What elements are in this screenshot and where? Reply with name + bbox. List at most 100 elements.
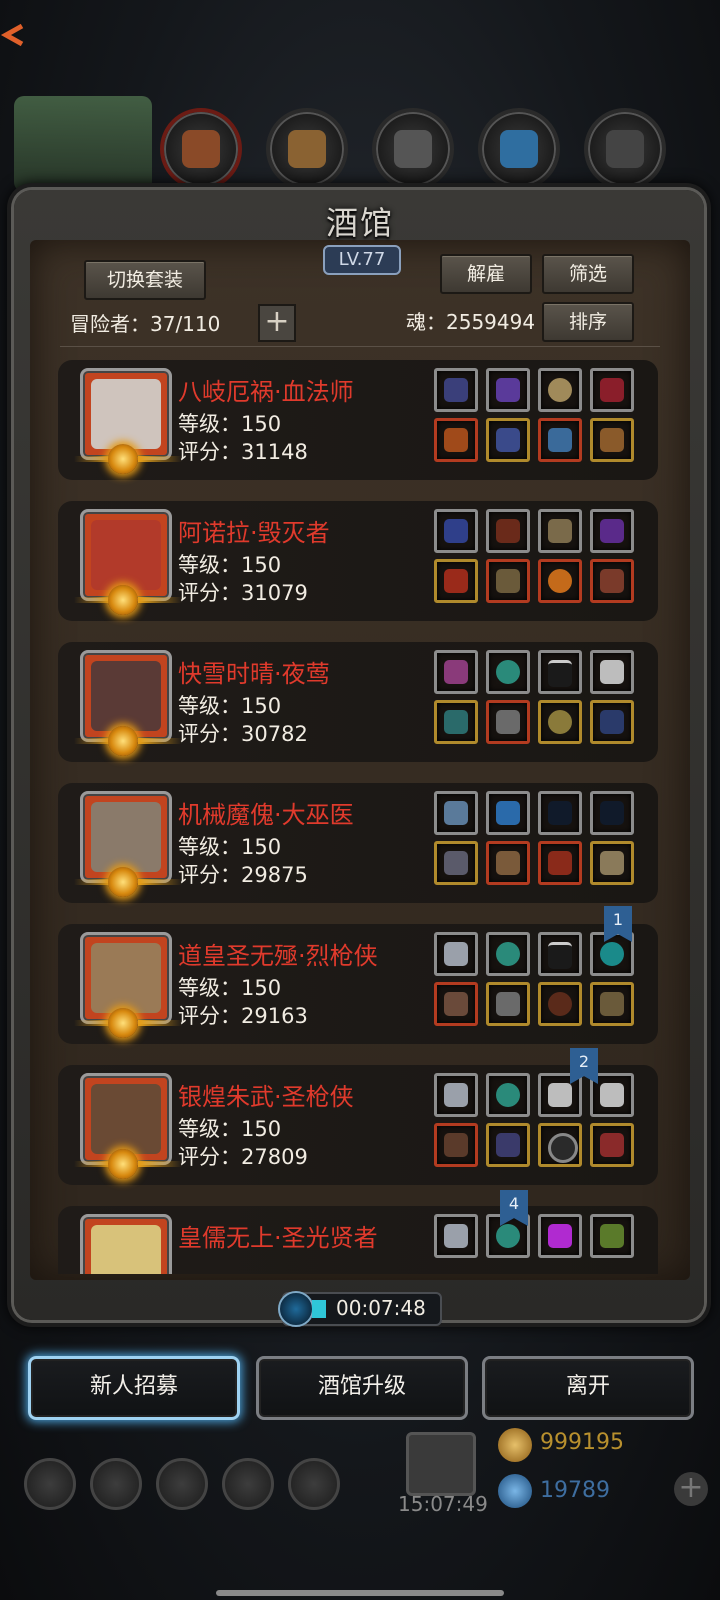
equipment-slot[interactable] (538, 932, 582, 976)
tavern-level-badge: LV.77 (323, 245, 401, 275)
hero-card[interactable]: 快雪时晴·夜莺 等级：150 评分：30782 (58, 642, 658, 762)
gold-amount: 999195 (540, 1430, 624, 1455)
hero-level: 等级：150 (178, 835, 282, 859)
hero-level: 等级：150 (178, 412, 282, 436)
equipment-slot[interactable] (590, 841, 634, 885)
hero-level: 等级：150 (178, 553, 282, 577)
add-capacity-button[interactable]: + (258, 304, 296, 342)
equipment-slot[interactable] (434, 982, 478, 1026)
equipment-slot[interactable] (486, 418, 530, 462)
equipment-slot[interactable] (486, 791, 530, 835)
hero-score: 评分：27809 (178, 1145, 308, 1169)
hero-emblem-icon (108, 585, 138, 615)
equipment-slot[interactable] (434, 418, 478, 462)
equipment-slot[interactable] (434, 932, 478, 976)
background-palm-scene (14, 96, 152, 192)
dismiss-button[interactable]: 解雇 (440, 254, 532, 294)
equipment-slot[interactable] (538, 982, 582, 1026)
dialog-title: 酒馆 (325, 204, 394, 242)
hero-level: 等级：150 (178, 976, 282, 1000)
background-category-icon (372, 108, 454, 190)
equipment-slot[interactable] (486, 559, 530, 603)
equipment-slot[interactable] (486, 509, 530, 553)
equipment-slot[interactable] (486, 841, 530, 885)
equipment-slot[interactable] (538, 700, 582, 744)
background-nav-icon (288, 1458, 340, 1510)
equipment-slot[interactable] (538, 418, 582, 462)
equipment-slot[interactable] (590, 700, 634, 744)
upgrade-tavern-button[interactable]: 酒馆升级 (256, 1356, 468, 1420)
hero-card[interactable]: 皇儒无上·圣光贤者 (58, 1206, 658, 1274)
sort-button[interactable]: 排序 (542, 302, 634, 342)
background-category-icon (266, 108, 348, 190)
equipment-slot[interactable] (590, 982, 634, 1026)
hero-name: 银煌朱武·圣枪侠 (178, 1083, 354, 1111)
hero-card[interactable]: 八岐厄祸·血法师 等级：150 评分：31148 (58, 360, 658, 480)
equipment-slot[interactable] (538, 1123, 582, 1167)
hero-list[interactable]: 八岐厄祸·血法师 等级：150 评分：31148 阿诺拉·毁灭者 等级：150 … (58, 356, 658, 1274)
hero-card[interactable]: 道皇圣无殛·烈枪侠 等级：150 评分：29163 (58, 924, 658, 1044)
equipment-slot[interactable] (486, 1123, 530, 1167)
equipment-slot[interactable] (590, 559, 634, 603)
hero-emblem-icon (108, 867, 138, 897)
hero-card[interactable]: 机械魔傀·大巫医 等级：150 评分：29875 (58, 783, 658, 903)
equipment-slot[interactable] (590, 650, 634, 694)
equipment-slot[interactable] (590, 791, 634, 835)
timer: 00:07:48 (278, 1291, 442, 1327)
switch-outfit-button[interactable]: 切换套装 (84, 260, 206, 300)
equipment-slot[interactable] (434, 1214, 478, 1258)
background-nav-icon (222, 1458, 274, 1510)
back-icon[interactable] (0, 22, 26, 48)
equipment-slot[interactable] (434, 1123, 478, 1167)
equipment-slot[interactable] (434, 559, 478, 603)
equipment-slot[interactable] (434, 650, 478, 694)
equipment-slot[interactable] (538, 559, 582, 603)
gem-icon (498, 1474, 532, 1508)
background-category-icon (160, 108, 242, 190)
timer-progress (312, 1300, 326, 1318)
equipment-slot[interactable] (538, 368, 582, 412)
hero-name: 道皇圣无殛·烈枪侠 (178, 942, 378, 970)
hero-card[interactable]: 银煌朱武·圣枪侠 等级：150 评分：27809 (58, 1065, 658, 1185)
hero-score: 评分：30782 (178, 722, 308, 746)
recruit-button[interactable]: 新人招募 (28, 1356, 240, 1420)
equipment-slot[interactable] (538, 1214, 582, 1258)
equipment-slot[interactable] (434, 368, 478, 412)
equipment-slot[interactable] (434, 791, 478, 835)
hero-level: 等级：150 (178, 1117, 282, 1141)
equipment-slot[interactable] (590, 509, 634, 553)
leave-button[interactable]: 离开 (482, 1356, 694, 1420)
divider (60, 346, 660, 347)
home-indicator[interactable] (216, 1590, 504, 1596)
equipment-slot[interactable] (538, 650, 582, 694)
hero-score: 评分：31079 (178, 581, 308, 605)
background-category-icon (478, 108, 560, 190)
equipment-slot[interactable] (538, 509, 582, 553)
equipment-slot[interactable] (486, 982, 530, 1026)
equipment-slot[interactable] (486, 368, 530, 412)
equipment-slot[interactable] (434, 841, 478, 885)
equipment-slot[interactable] (486, 700, 530, 744)
equipment-slot[interactable] (590, 1123, 634, 1167)
background-nav-icon (24, 1458, 76, 1510)
equipment-slot[interactable] (486, 932, 530, 976)
equipment-slot[interactable] (590, 1214, 634, 1258)
filter-button[interactable]: 筛选 (542, 254, 634, 294)
equipment-slot[interactable] (486, 1073, 530, 1117)
equipment-slot[interactable] (538, 791, 582, 835)
hero-emblem-icon (108, 1008, 138, 1038)
soul-count: 魂：2559494 (406, 310, 536, 334)
equipment-slot[interactable] (434, 1073, 478, 1117)
hero-score: 评分：29875 (178, 863, 308, 887)
equipment-slot[interactable] (486, 650, 530, 694)
hero-level: 等级：150 (178, 694, 282, 718)
equipment-slot[interactable] (434, 700, 478, 744)
clock-icon (278, 1291, 314, 1327)
hero-card[interactable]: 阿诺拉·毁灭者 等级：150 评分：31079 (58, 501, 658, 621)
equipment-slot[interactable] (590, 418, 634, 462)
equipment-slot[interactable] (434, 509, 478, 553)
equipment-slot[interactable] (538, 841, 582, 885)
background-gift-icon (406, 1432, 476, 1496)
gold-coin-icon (498, 1428, 532, 1462)
equipment-slot[interactable] (590, 368, 634, 412)
